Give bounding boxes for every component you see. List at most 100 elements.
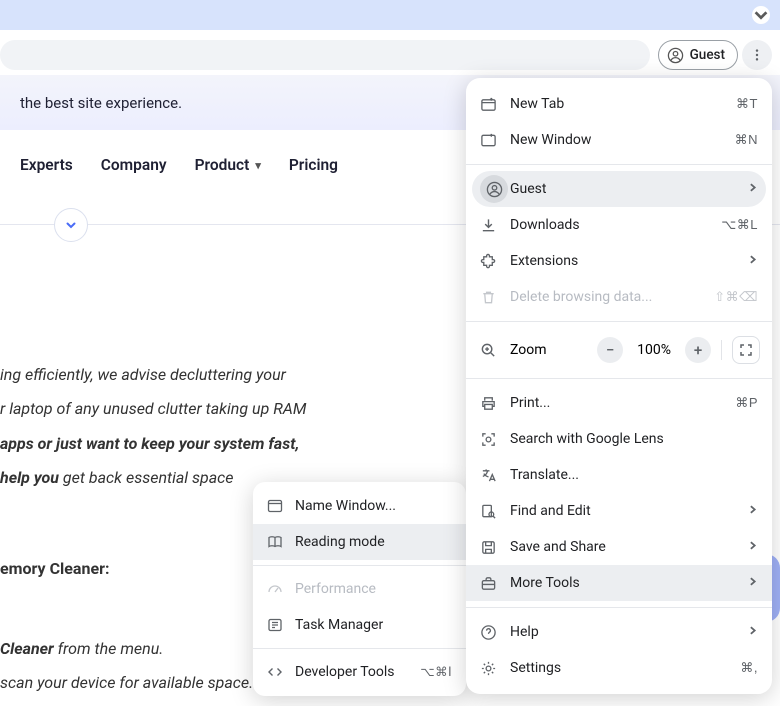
user-circle-icon [486, 181, 503, 198]
help-icon [480, 624, 497, 641]
menu-shortcut: ⌘T [736, 96, 758, 112]
search-doc-icon [480, 503, 497, 520]
menu-more-tools[interactable]: More Tools [466, 565, 772, 601]
menu-label: Delete browsing data... [510, 289, 714, 305]
nav-pricing[interactable]: Pricing [289, 156, 338, 174]
menu-label: Translate... [510, 467, 758, 483]
book-open-icon [267, 534, 283, 550]
submenu-developer-tools[interactable]: Developer Tools ⌥⌘I [253, 654, 466, 690]
menu-extensions[interactable]: Extensions [466, 243, 772, 279]
menu-new-tab[interactable]: New Tab ⌘T [466, 86, 772, 122]
nav-product[interactable]: Product▾ [195, 156, 261, 174]
submenu-performance: Performance [253, 571, 466, 607]
cookie-text: the best site experience. [20, 94, 182, 112]
window-topbar [0, 0, 780, 30]
magnify-plus-icon [480, 342, 497, 359]
zoom-out-button[interactable]: − [597, 337, 623, 363]
submenu-separator [253, 648, 466, 649]
chevron-right-icon [747, 539, 758, 555]
translate-icon [480, 467, 497, 484]
submenu-label: Performance [295, 581, 452, 597]
menu-separator [466, 378, 772, 379]
menu-zoom-row: Zoom − 100% + [466, 328, 772, 372]
new-window-icon [480, 132, 497, 149]
chevron-right-icon [747, 624, 758, 640]
content-span: get back essential space [59, 468, 234, 487]
window-icon [267, 498, 283, 514]
content-bold: Cleaner [0, 639, 54, 658]
content-span: from the menu. [54, 639, 164, 658]
profile-guest-label: Guest [690, 47, 725, 63]
menu-label: Help [510, 624, 747, 640]
submenu-task-manager[interactable]: Task Manager [253, 607, 466, 643]
menu-delete-browsing-data: Delete browsing data... ⇧⌘⌫ [466, 279, 772, 315]
submenu-separator [253, 565, 466, 566]
submenu-label: Developer Tools [295, 664, 420, 680]
nav-company[interactable]: Company [101, 156, 167, 174]
menu-find-edit[interactable]: Find and Edit [466, 493, 772, 529]
puzzle-icon [480, 253, 497, 270]
menu-new-window[interactable]: New Window ⌘N [466, 122, 772, 158]
gear-icon [480, 660, 497, 677]
expand-section-button[interactable] [54, 208, 88, 242]
submenu-name-window[interactable]: Name Window... [253, 488, 466, 524]
address-bar[interactable] [0, 40, 650, 70]
code-icon [267, 664, 283, 680]
menu-print[interactable]: Print... ⌘P [466, 385, 772, 421]
menu-separator [466, 607, 772, 608]
lens-icon [480, 431, 497, 448]
profile-guest-button[interactable]: Guest [658, 40, 738, 70]
menu-save-share[interactable]: Save and Share [466, 529, 772, 565]
menu-guest[interactable]: Guest [472, 171, 766, 207]
submenu-reading-mode[interactable]: Reading mode [253, 524, 466, 560]
menu-label: Downloads [510, 217, 721, 233]
zoom-value: 100% [623, 342, 685, 358]
nav-experts[interactable]: Experts [20, 156, 73, 174]
menu-label: Find and Edit [510, 503, 747, 519]
nav-experts-label: Experts [20, 156, 73, 174]
zoom-in-button[interactable]: + [685, 337, 711, 363]
kebab-icon [750, 48, 764, 62]
menu-shortcut: ⌘N [735, 132, 758, 148]
browser-main-menu: New Tab ⌘T New Window ⌘N Guest Downloads… [466, 78, 772, 694]
menu-label: Extensions [510, 253, 747, 269]
menu-shortcut: ⇧⌘⌫ [714, 289, 758, 305]
submenu-label: Name Window... [295, 498, 452, 514]
menu-label: New Tab [510, 96, 736, 112]
menu-downloads[interactable]: Downloads ⌥⌘L [466, 207, 772, 243]
menu-label: Settings [510, 660, 740, 676]
menu-settings[interactable]: Settings ⌘, [466, 650, 772, 686]
chevron-right-icon [747, 253, 758, 269]
menu-separator [466, 164, 772, 165]
menu-label: Search with Google Lens [510, 431, 758, 447]
menu-google-lens[interactable]: Search with Google Lens [466, 421, 772, 457]
chevron-down-icon [65, 219, 77, 231]
menu-label: Print... [510, 395, 735, 411]
save-icon [480, 539, 497, 556]
user-circle-icon [667, 47, 684, 64]
menu-help[interactable]: Help [466, 614, 772, 650]
browser-menu-button[interactable] [742, 40, 772, 70]
gauge-icon [267, 581, 283, 597]
menu-shortcut: ⌘P [735, 395, 758, 411]
chevron-right-icon [747, 181, 758, 197]
menu-label: New Window [510, 132, 735, 148]
chevron-down-icon [752, 6, 770, 24]
chevron-right-icon [747, 503, 758, 519]
nav-pricing-label: Pricing [289, 156, 338, 174]
menu-label: Guest [510, 181, 747, 197]
chevron-right-icon [747, 575, 758, 591]
submenu-label: Reading mode [295, 534, 452, 550]
zoom-divider [721, 340, 722, 360]
menu-label: Save and Share [510, 539, 747, 555]
menu-label: More Tools [510, 575, 747, 591]
fullscreen-button[interactable] [732, 336, 760, 364]
chevron-down-icon: ▾ [255, 159, 261, 172]
topbar-chevron-button[interactable] [752, 6, 770, 24]
briefcase-icon [480, 575, 497, 592]
download-icon [480, 217, 497, 234]
menu-separator [466, 321, 772, 322]
content-bold: help you [0, 468, 59, 487]
menu-translate[interactable]: Translate... [466, 457, 772, 493]
fullscreen-icon [739, 343, 753, 357]
